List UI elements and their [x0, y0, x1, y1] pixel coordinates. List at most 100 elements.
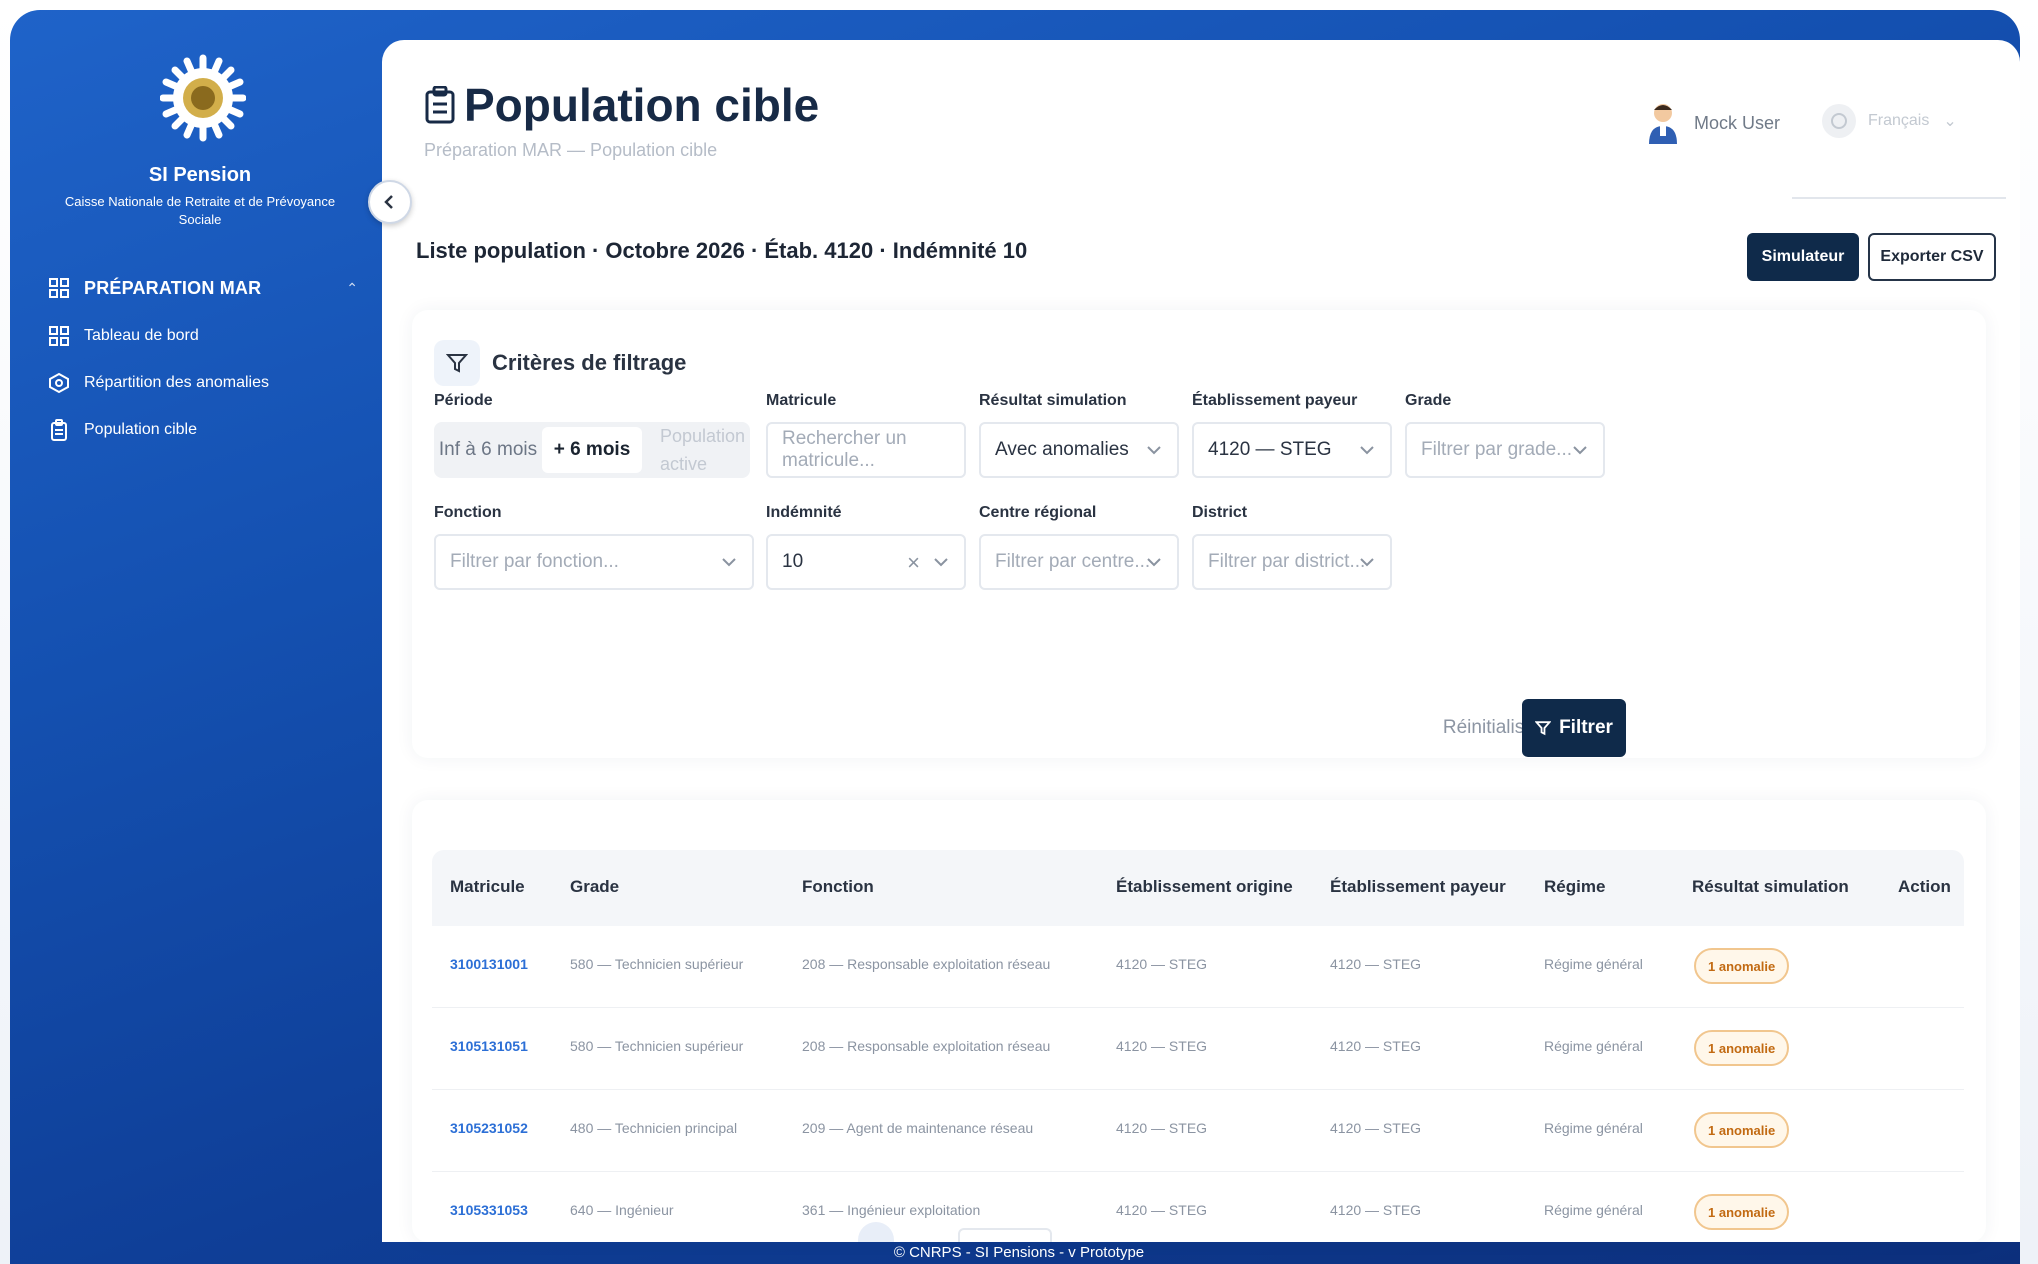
- column-header[interactable]: Action: [1898, 877, 1951, 897]
- matricule-search-input[interactable]: Rechercher un matricule...: [766, 422, 966, 478]
- grade-cell: 480 — Technicien principal: [570, 1120, 738, 1136]
- language-label: Français: [1868, 112, 1930, 129]
- chevron-down-icon: [1360, 558, 1374, 567]
- chevron-down-icon: [1360, 446, 1374, 455]
- regime-cell: Régime général: [1544, 1202, 1643, 1218]
- etablissement-value: 4120 — STEG: [1208, 439, 1332, 460]
- sidebar-collapse-button[interactable]: [368, 180, 412, 224]
- page-size-select[interactable]: [958, 1228, 1052, 1242]
- column-header[interactable]: Fonction: [802, 877, 874, 897]
- list-title: Liste population · Octobre 2026 · Étab. …: [416, 238, 1028, 263]
- fonction-placeholder: Filtrer par fonction...: [450, 551, 619, 572]
- table-row: 3105231052 480 — Technicien principal 20…: [432, 1090, 1964, 1172]
- column-header[interactable]: Établissement origine: [1116, 877, 1293, 897]
- periode-option-plus-6-mois[interactable]: + 6 mois: [542, 427, 642, 473]
- fonction-label: Fonction: [434, 504, 502, 521]
- brand-title: SI Pension: [148, 164, 252, 186]
- filter-button-label: Filtrer: [1559, 717, 1613, 738]
- clipboard-icon: [425, 86, 455, 124]
- table-row: 3105331053 640 — Ingénieur 361 — Ingénie…: [432, 1172, 1964, 1242]
- fonction-cell: 361 — Ingénieur exploitation: [802, 1202, 981, 1218]
- column-header[interactable]: Grade: [570, 877, 619, 897]
- table-row: 3100131001 580 — Technicien supérieur 20…: [432, 926, 1964, 1008]
- sidebar-item-repartition-anomalies[interactable]: Répartition des anomalies: [48, 368, 358, 398]
- sidebar-item-label: Répartition des anomalies: [84, 374, 269, 391]
- status-badge: 1 anomalie: [1694, 948, 1790, 984]
- grade-cell: 580 — Technicien supérieur: [570, 1038, 744, 1054]
- status-badge: 1 anomalie: [1694, 1030, 1790, 1066]
- chevron-down-icon: [934, 558, 948, 567]
- etablissement-select[interactable]: 4120 — STEG: [1192, 422, 1392, 478]
- resultat-select[interactable]: Avec anomalies: [979, 422, 1179, 478]
- filter-button[interactable]: Filtrer: [1522, 699, 1626, 757]
- nav-section-preparation-mar[interactable]: PRÉPARATION MAR ⌃: [48, 274, 358, 302]
- sidebar-item-label: Population cible: [84, 421, 197, 438]
- origine-cell: 4120 — STEG: [1116, 956, 1208, 972]
- fonction-cell: 208 — Responsable exploitation réseau: [802, 1038, 1051, 1054]
- matricule-link[interactable]: 3105331053: [450, 1202, 528, 1218]
- grade-cell: 580 — Technicien supérieur: [570, 956, 744, 972]
- status-badge: 1 anomalie: [1694, 1112, 1790, 1148]
- etablissement-label: Établissement payeur: [1192, 392, 1358, 409]
- district-label: District: [1192, 504, 1248, 521]
- column-header[interactable]: Régime: [1544, 877, 1605, 897]
- indemnite-value: 10: [782, 551, 804, 572]
- column-header[interactable]: Matricule: [450, 877, 525, 897]
- regime-cell: Régime général: [1544, 1038, 1643, 1054]
- filter-card: Critères de filtrage Période Matricule R…: [412, 310, 1986, 758]
- user-name: Mock User: [1694, 112, 1781, 133]
- column-header[interactable]: Résultat simulation: [1692, 877, 1849, 897]
- chevron-left-icon: [384, 195, 393, 209]
- sidebar-item-population-cible[interactable]: Population cible: [48, 415, 358, 445]
- grade-cell: 640 — Ingénieur: [570, 1202, 674, 1218]
- anomaly-icon: [49, 372, 69, 394]
- user-menu[interactable]: Mock User: [1648, 102, 1780, 144]
- grade-select[interactable]: Filtrer par grade...: [1405, 422, 1605, 478]
- clear-icon[interactable]: ×: [907, 550, 920, 576]
- matricule-link[interactable]: 3100131001: [450, 956, 528, 972]
- column-header[interactable]: Établissement payeur: [1330, 877, 1506, 897]
- matricule-link[interactable]: 3105231052: [450, 1120, 528, 1136]
- breadcrumb: Préparation MAR — Population cible: [424, 140, 718, 160]
- chevron-up-icon: ⌃: [346, 279, 358, 296]
- population-table: Matricule Grade Fonction Établissement o…: [412, 800, 1986, 1242]
- clipboard-icon: [51, 419, 67, 441]
- payeur-cell: 4120 — STEG: [1330, 1202, 1422, 1218]
- language-selector[interactable]: Français ⌄: [1822, 104, 1957, 138]
- footer: © CNRPS - SI Pensions - v Prototype: [893, 1244, 1145, 1261]
- simulator-button[interactable]: Simulateur: [1747, 233, 1859, 281]
- table-row: 3105131051 580 — Technicien supérieur 20…: [432, 1008, 1964, 1090]
- payeur-cell: 4120 — STEG: [1330, 1120, 1422, 1136]
- brand-subtitle: Caisse Nationale de Retraite et de Prévo…: [64, 194, 336, 227]
- district-select[interactable]: Filtrer par district...: [1192, 534, 1392, 590]
- indemnite-select[interactable]: 10 ×: [766, 534, 966, 590]
- table-header: Matricule Grade Fonction Établissement o…: [432, 850, 1964, 926]
- chevron-down-icon: [1147, 558, 1161, 567]
- regime-cell: Régime général: [1544, 956, 1643, 972]
- resultat-label: Résultat simulation: [979, 392, 1127, 409]
- filter-header: Critères de filtrage: [434, 340, 686, 386]
- filter-title: Critères de filtrage: [492, 350, 687, 375]
- payeur-cell: 4120 — STEG: [1330, 956, 1422, 972]
- app-frame: SI Pension Caisse Nationale de Retraite …: [10, 10, 2020, 1264]
- matricule-link[interactable]: 3105131051: [450, 1038, 528, 1054]
- chevron-down-icon: ⌄: [1943, 113, 1957, 130]
- sidebar-item-tableau-de-bord[interactable]: Tableau de bord: [48, 321, 358, 351]
- sidebar: SI Pension Caisse Nationale de Retraite …: [10, 10, 390, 1264]
- status-badge: 1 anomalie: [1694, 1194, 1790, 1230]
- grade-placeholder: Filtrer par grade...: [1421, 439, 1572, 460]
- dashboard-icon: [49, 278, 69, 298]
- fonction-select[interactable]: Filtrer par fonction...: [434, 534, 754, 590]
- centre-label: Centre régional: [979, 504, 1097, 521]
- logo: [160, 54, 246, 142]
- centre-select[interactable]: Filtrer par centre...: [979, 534, 1179, 590]
- page-title-text: Population cible: [464, 79, 820, 131]
- periode-option-inf-6-mois[interactable]: Inf à 6 mois: [434, 439, 542, 461]
- chevron-down-icon: [722, 558, 736, 567]
- main-panel: Population cible Préparation MAR — Popul…: [382, 40, 2020, 1242]
- export-csv-button[interactable]: Exporter CSV: [1868, 233, 1996, 281]
- fonction-cell: 209 — Agent de maintenance réseau: [802, 1120, 1034, 1136]
- chevron-down-icon: [1147, 446, 1161, 455]
- dashboard-icon: [49, 326, 69, 346]
- periode-option-population-active[interactable]: Population active: [642, 422, 745, 478]
